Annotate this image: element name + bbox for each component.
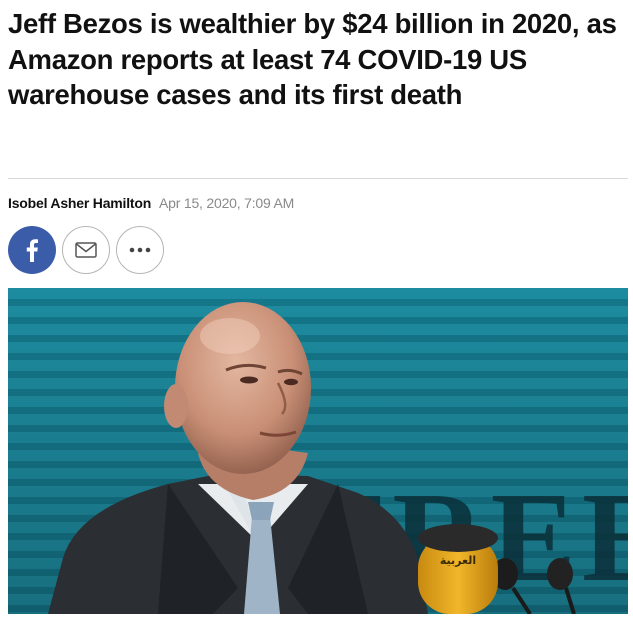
facebook-icon bbox=[26, 239, 38, 262]
article-hero-image[interactable]: FREE العربية bbox=[8, 288, 628, 614]
publish-date: Apr 15, 2020, 7:09 AM bbox=[158, 195, 295, 211]
more-icon bbox=[129, 247, 151, 253]
byline: Isobel Asher Hamilton Apr 15, 2020, 7:09… bbox=[8, 194, 294, 212]
share-buttons bbox=[8, 226, 164, 274]
facebook-share-button[interactable] bbox=[8, 226, 56, 274]
microphone-logo: العربية bbox=[440, 554, 476, 567]
headline-divider bbox=[8, 178, 628, 179]
email-share-button[interactable] bbox=[62, 226, 110, 274]
hero-photo: FREE العربية bbox=[8, 288, 628, 614]
more-options-button[interactable] bbox=[116, 226, 164, 274]
author-name[interactable]: Isobel Asher Hamilton bbox=[8, 195, 151, 211]
article-headline: Jeff Bezos is wealthier by $24 billion i… bbox=[8, 8, 617, 110]
mail-icon bbox=[75, 242, 97, 258]
